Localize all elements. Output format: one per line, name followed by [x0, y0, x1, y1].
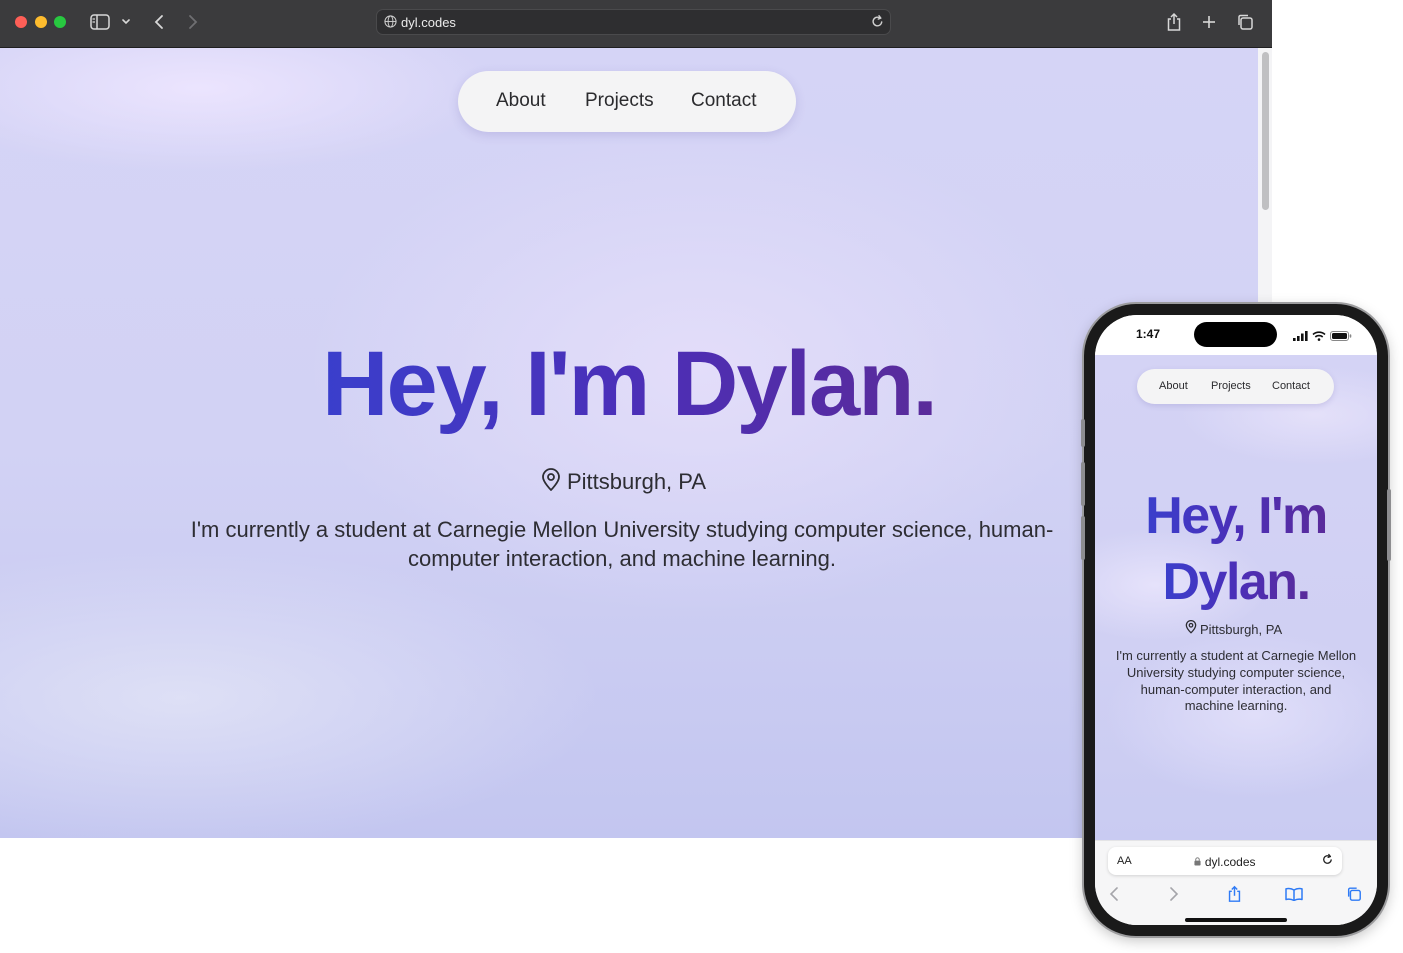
back-icon[interactable] [150, 11, 168, 33]
scrollbar-thumb[interactable] [1262, 52, 1269, 210]
mobile-hero-title-line2: Dylan. [1162, 553, 1311, 611]
mobile-hero-title: Hey, I'm Dylan. [1095, 483, 1377, 615]
share-icon[interactable] [1164, 11, 1184, 33]
minimize-window-button[interactable] [35, 16, 47, 28]
phone-power-button [1387, 489, 1391, 561]
mobile-web-page: About Projects Contact Hey, I'm Dylan. Pi… [1095, 355, 1377, 840]
mobile-site-nav: About Projects Contact [1137, 369, 1334, 404]
mobile-nav-link-about[interactable]: About [1159, 380, 1188, 392]
bio-text: I'm currently a student at Carnegie Mell… [190, 517, 1054, 571]
hero-title-text: Hey, I'm Dylan. [322, 333, 938, 435]
mobile-bio-text: I'm currently a student at Carnegie Mell… [1115, 648, 1357, 714]
phone-volume-down-button [1081, 516, 1085, 560]
nav-link-projects[interactable]: Projects [585, 90, 654, 112]
mobile-address-bar[interactable]: AA dyl.codes [1108, 847, 1342, 875]
close-window-button[interactable] [15, 16, 27, 28]
address-bar[interactable]: dyl.codes [376, 9, 891, 35]
status-bar: 1:47 [1095, 315, 1377, 355]
phone-volume-up-button [1081, 462, 1085, 506]
mobile-location-text: Pittsburgh, PA [1200, 622, 1283, 637]
map-pin-icon [541, 467, 561, 497]
status-icons [1293, 328, 1352, 346]
tabs-overview-icon[interactable] [1235, 11, 1255, 33]
reload-icon[interactable] [1321, 853, 1334, 871]
lock-icon [1194, 855, 1202, 869]
dynamic-island [1194, 322, 1277, 347]
nav-link-contact[interactable]: Contact [691, 90, 756, 112]
zoom-window-button[interactable] [54, 16, 66, 28]
browser-toolbar: dyl.codes [0, 0, 1272, 48]
mobile-browser-bar: AA dyl.codes [1095, 840, 1377, 925]
mobile-address-url: dyl.codes [1108, 855, 1342, 869]
chevron-down-icon[interactable] [119, 11, 133, 33]
phone-screen: 1:47 About Projects Contact Hey, I'm Dyl… [1095, 315, 1377, 925]
signal-icon [1293, 328, 1308, 346]
mobile-share-icon[interactable] [1223, 883, 1245, 905]
mobile-bookmarks-icon[interactable] [1283, 883, 1305, 905]
phone-mockup: 1:47 About Projects Contact Hey, I'm Dyl… [1081, 304, 1391, 936]
location: Pittsburgh, PA [541, 467, 706, 497]
wifi-icon [1312, 328, 1326, 346]
new-tab-icon[interactable] [1199, 11, 1219, 33]
mobile-back-icon[interactable] [1103, 883, 1125, 905]
mobile-nav-link-contact[interactable]: Contact [1272, 380, 1310, 392]
mobile-url-text: dyl.codes [1204, 855, 1256, 869]
reload-icon[interactable] [870, 14, 885, 34]
status-time: 1:47 [1136, 327, 1161, 341]
hero-title: Hey, I'm Dylan. [0, 338, 1258, 430]
forward-icon[interactable] [184, 11, 202, 33]
phone-action-button [1081, 419, 1085, 447]
home-indicator [1185, 918, 1287, 922]
nav-link-about[interactable]: About [496, 90, 546, 112]
map-pin-icon [1185, 620, 1197, 639]
location-text: Pittsburgh, PA [567, 469, 706, 494]
site-nav: About Projects Contact [458, 71, 796, 132]
battery-icon [1330, 328, 1352, 346]
web-page-viewport: About Projects Contact Hey, I'm Dylan. P… [0, 48, 1258, 838]
mobile-tabs-icon[interactable] [1343, 883, 1365, 905]
mobile-forward-icon[interactable] [1163, 883, 1185, 905]
sidebar-icon[interactable] [89, 11, 111, 33]
globe-icon [384, 15, 397, 33]
mobile-nav-link-projects[interactable]: Projects [1211, 380, 1251, 392]
address-bar-url: dyl.codes [401, 15, 456, 30]
mobile-hero-title-line1: Hey, I'm [1145, 487, 1328, 545]
mobile-location: Pittsburgh, PA [1185, 620, 1282, 639]
